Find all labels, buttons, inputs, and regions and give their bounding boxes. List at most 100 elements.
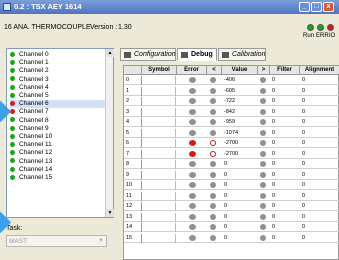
below-range-icon bbox=[210, 182, 216, 188]
channel-item[interactable]: Channel 9 bbox=[10, 125, 49, 133]
above-range-cell bbox=[258, 160, 270, 169]
table-row[interactable]: 14 0 0 0 bbox=[124, 223, 339, 232]
channel-item[interactable]: Channel 13 bbox=[10, 158, 52, 166]
value-cell: -959 bbox=[224, 119, 236, 125]
filter-cell: 0 bbox=[272, 161, 276, 167]
value-cell: -842 bbox=[224, 108, 236, 115]
table-row[interactable]: 11 0 0 0 bbox=[124, 191, 339, 201]
table-row[interactable]: 15 0 0 0 bbox=[124, 233, 339, 243]
channel-status-icon bbox=[10, 125, 15, 131]
table-row[interactable]: 12 0 0 0 bbox=[124, 202, 339, 211]
symbol-cell[interactable] bbox=[142, 223, 176, 232]
chevron-down-icon[interactable]: ▼ bbox=[96, 236, 106, 246]
row-number: 5 bbox=[124, 128, 142, 138]
table-row[interactable]: 9 0 0 0 bbox=[124, 170, 339, 180]
table-row[interactable]: 3 -842 0 0 bbox=[124, 107, 339, 117]
row-number: 9 bbox=[124, 170, 142, 180]
error-led-icon bbox=[189, 224, 196, 230]
error-led-icon bbox=[189, 203, 196, 209]
channel-item[interactable]: Channel 6 bbox=[10, 100, 105, 109]
error-cell bbox=[177, 181, 207, 190]
channel-list[interactable]: ▲ ▼ Channel 0 Channel 1 Channel 2 Channel 3… bbox=[6, 48, 114, 218]
symbol-cell[interactable] bbox=[142, 76, 176, 85]
above-range-cell bbox=[258, 76, 270, 85]
channel-item[interactable]: Channel 4 bbox=[10, 84, 49, 92]
channel-item[interactable]: Channel 14 bbox=[10, 166, 52, 174]
tab-debug[interactable]: Debug bbox=[177, 48, 217, 61]
symbol-cell[interactable] bbox=[142, 107, 176, 117]
debug-tab-icon bbox=[181, 52, 188, 58]
channel-item[interactable]: Channel 7 bbox=[10, 108, 49, 116]
symbol-cell[interactable] bbox=[142, 160, 176, 169]
symbol-cell[interactable] bbox=[142, 97, 176, 106]
channel-item[interactable]: Channel 12 bbox=[10, 149, 52, 157]
below-range-cell bbox=[207, 192, 221, 201]
tab-label: Debug bbox=[191, 51, 213, 58]
table-row[interactable]: 4 -959 0 0 bbox=[124, 118, 339, 127]
channel-status-icon bbox=[10, 117, 15, 123]
channel-label: Channel 5 bbox=[19, 92, 49, 99]
table-row[interactable]: 5 -1074 0 0 bbox=[124, 128, 339, 138]
channel-label: Channel 13 bbox=[19, 157, 53, 165]
below-range-icon bbox=[210, 87, 216, 94]
value-cell: 0 bbox=[224, 182, 228, 188]
table-row[interactable]: 6 -2700 0 0 bbox=[124, 139, 339, 148]
table-row[interactable]: 10 0 0 0 bbox=[124, 181, 339, 190]
symbol-cell[interactable] bbox=[142, 212, 176, 222]
table-row[interactable]: 2 -722 0 0 bbox=[124, 97, 339, 106]
maximize-button[interactable]: □ bbox=[311, 2, 322, 12]
close-button[interactable]: x bbox=[323, 2, 334, 12]
alignment-cell: 0 bbox=[302, 150, 306, 157]
channel-item[interactable]: Channel 15 bbox=[10, 174, 52, 182]
above-range-icon bbox=[260, 129, 266, 136]
above-range-icon bbox=[260, 77, 266, 83]
channel-item[interactable]: Channel 8 bbox=[10, 117, 49, 125]
minimize-button[interactable]: _ bbox=[299, 2, 310, 12]
symbol-cell[interactable] bbox=[142, 128, 176, 138]
channel-item[interactable]: Channel 2 bbox=[10, 67, 49, 75]
io-led-icon bbox=[327, 24, 334, 31]
below-range-cell bbox=[207, 97, 221, 106]
channel-label: Channel 15 bbox=[19, 174, 53, 181]
symbol-cell[interactable] bbox=[142, 139, 176, 148]
channel-label: Channel 4 bbox=[19, 83, 49, 91]
channel-item[interactable]: Channel 10 bbox=[10, 133, 52, 141]
tab-configuration[interactable]: Configuration bbox=[120, 48, 176, 61]
channel-item[interactable]: Channel 5 bbox=[10, 92, 49, 100]
channel-item[interactable]: Channel 0 bbox=[10, 51, 49, 59]
symbol-cell[interactable] bbox=[142, 149, 176, 159]
row-number: 6 bbox=[124, 139, 142, 148]
symbol-cell[interactable] bbox=[142, 118, 176, 127]
table-row[interactable]: 13 0 0 0 bbox=[124, 212, 339, 222]
symbol-cell[interactable] bbox=[142, 233, 176, 243]
error-cell bbox=[177, 129, 207, 138]
row-number: 7 bbox=[124, 149, 142, 159]
task-select[interactable]: MAST ▼ bbox=[6, 235, 107, 247]
filter-cell: 0 bbox=[272, 213, 276, 220]
row-number: 3 bbox=[124, 107, 142, 117]
error-led-icon bbox=[189, 182, 196, 188]
table-row[interactable]: 8 0 0 0 bbox=[124, 160, 339, 169]
channel-item[interactable]: Channel 1 bbox=[10, 59, 49, 67]
symbol-cell[interactable] bbox=[142, 191, 176, 201]
above-range-icon bbox=[260, 161, 266, 167]
symbol-cell[interactable] bbox=[142, 170, 176, 180]
symbol-cell[interactable] bbox=[142, 181, 176, 190]
scroll-up-icon[interactable]: ▲ bbox=[106, 49, 114, 57]
above-range-cell bbox=[258, 150, 270, 159]
tab-calibration[interactable]: Calibration bbox=[218, 48, 266, 61]
channel-item[interactable]: Channel 11 bbox=[10, 141, 52, 149]
channel-item[interactable]: Channel 3 bbox=[10, 76, 49, 84]
below-range-icon bbox=[210, 161, 216, 167]
row-number: 8 bbox=[124, 160, 142, 169]
symbol-cell[interactable] bbox=[142, 202, 176, 211]
scroll-down-icon[interactable]: ▼ bbox=[106, 209, 114, 217]
below-range-cell bbox=[207, 223, 221, 232]
table-row[interactable]: 1 -605 0 0 bbox=[124, 86, 339, 96]
below-range-cell bbox=[207, 87, 221, 96]
table-row[interactable]: 0 -406 0 0 bbox=[124, 76, 339, 85]
table-row[interactable]: 7 -2700 0 0 bbox=[124, 149, 339, 159]
symbol-cell[interactable] bbox=[142, 86, 176, 96]
channel-list-scrollbar[interactable]: ▲ ▼ bbox=[105, 49, 114, 217]
error-cell bbox=[177, 118, 207, 127]
